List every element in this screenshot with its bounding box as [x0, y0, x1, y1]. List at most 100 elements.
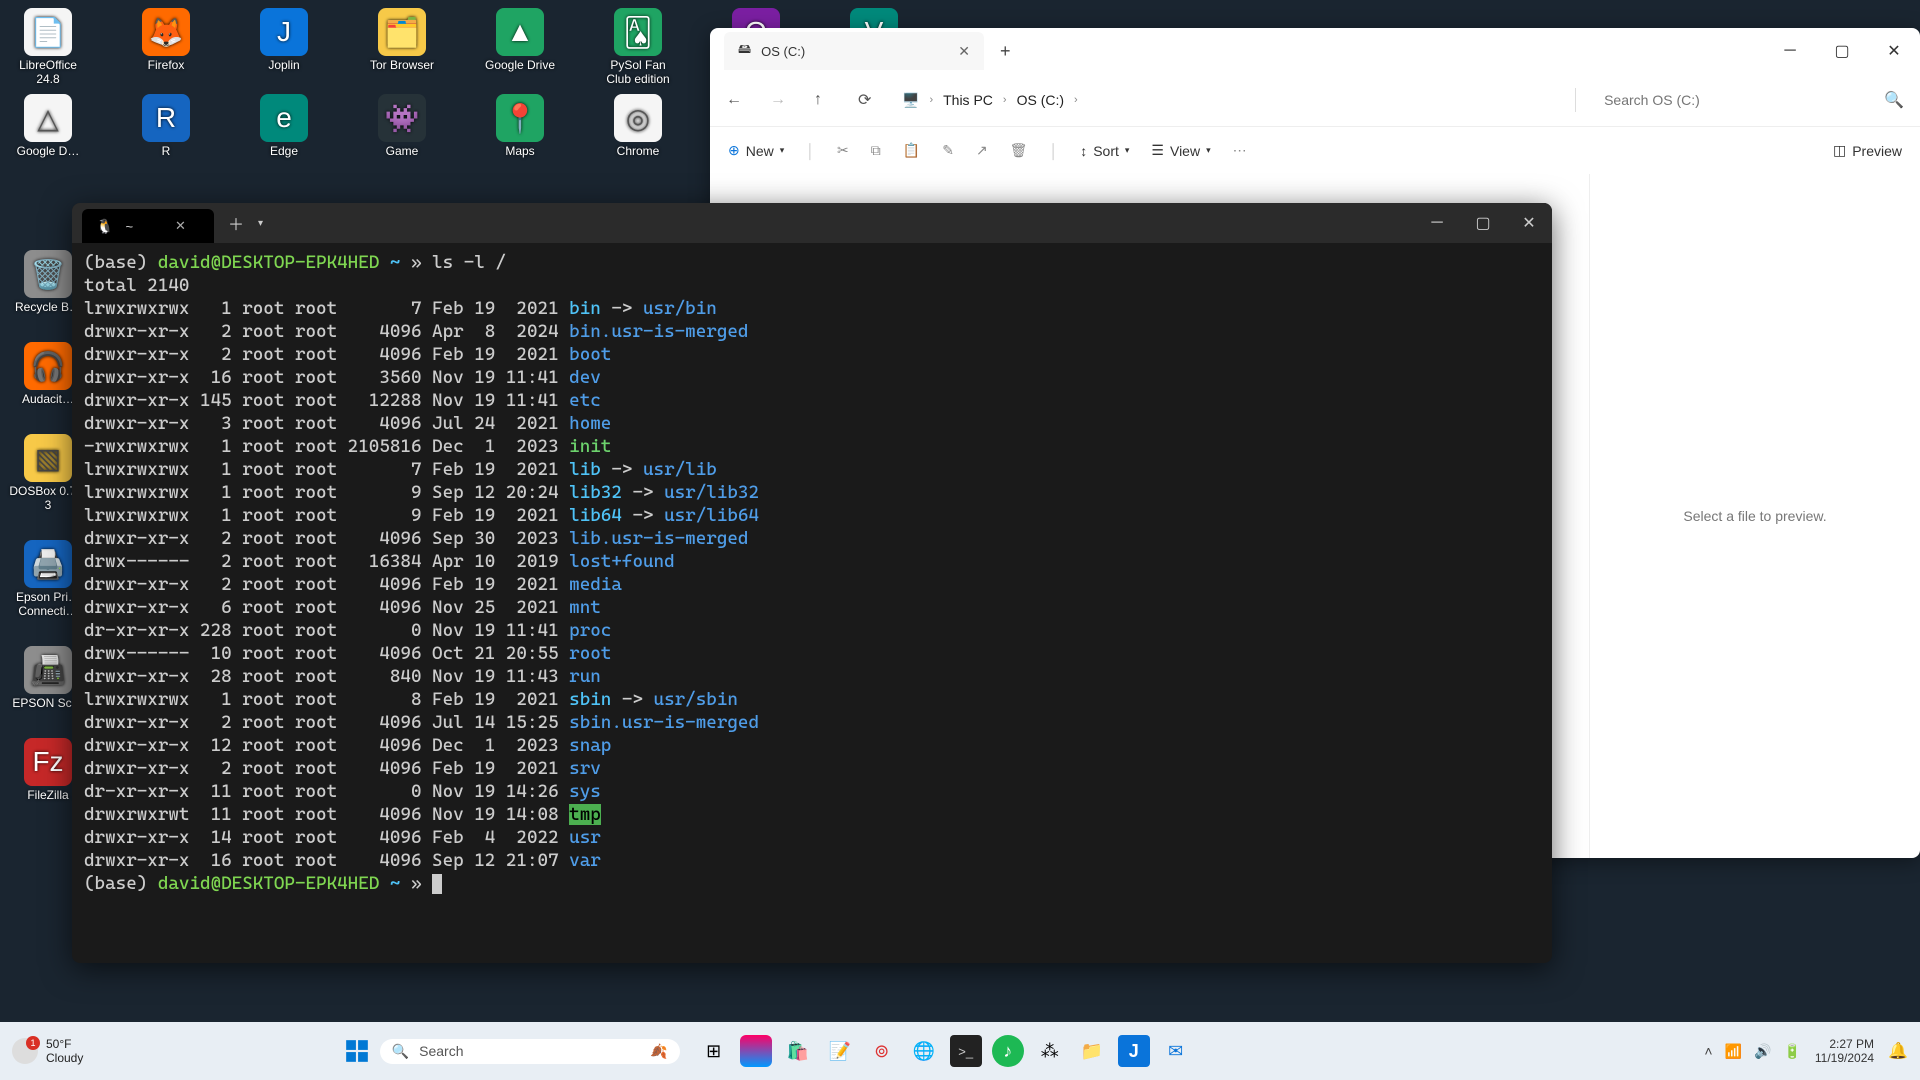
back-button[interactable]: ←	[726, 91, 750, 109]
chevron-icon: ›	[929, 94, 933, 106]
task-view-icon[interactable]: ⊞	[698, 1035, 730, 1067]
search-deco-icon: 🍂	[650, 1043, 667, 1060]
terminal-output[interactable]: (base) david@DESKTOP-EPK4HED ~ » ls -l /…	[72, 243, 1552, 963]
battery-icon[interactable]: 🔋	[1783, 1043, 1800, 1060]
icon-label: Tor Browser	[370, 58, 434, 72]
delete-button[interactable]: 🗑	[1010, 142, 1028, 159]
app-icon: 🂡	[614, 8, 662, 56]
linux-icon: 🐧	[96, 218, 113, 235]
search-icon[interactable]: 🔍	[1884, 90, 1904, 110]
search-label: Search	[419, 1043, 463, 1059]
notifications-icon[interactable]: 🔔	[1888, 1041, 1908, 1061]
desktop-icon[interactable]: JJoplin	[244, 8, 324, 86]
chevron-icon: ›	[1074, 94, 1078, 106]
taskbar: 50°F Cloudy 🔍 Search 🍂 ⊞ 🛍️ 📝 ⊚ 🌐 >_ ♪ ⁂…	[0, 1022, 1920, 1080]
weather-temp: 50°F	[46, 1037, 83, 1051]
terminal-icon[interactable]: >_	[950, 1035, 982, 1067]
preview-toggle[interactable]: ◫ Preview	[1833, 142, 1902, 159]
breadcrumb[interactable]: 🖥️ › This PC › OS (C:) ›	[902, 92, 1555, 109]
explorer-icon[interactable]: 📁	[1076, 1035, 1108, 1067]
chevron-icon: ›	[1003, 94, 1007, 106]
store-icon[interactable]: 🛍️	[782, 1035, 814, 1067]
chrome-icon[interactable]: 🌐	[908, 1035, 940, 1067]
view-icon: ☰	[1151, 142, 1164, 159]
icon-label: Google D…	[17, 144, 80, 158]
minimize-button[interactable]: ─	[1764, 31, 1816, 71]
desktop-icon[interactable]: 🂡PySol Fan Club edition	[598, 8, 678, 86]
up-button[interactable]: ↑	[814, 91, 838, 109]
breadcrumb-item[interactable]: OS (C:)	[1017, 92, 1064, 108]
desktop-icon[interactable]: 📄LibreOffice 24.8	[8, 8, 88, 86]
view-button[interactable]: ☰ View ▾	[1151, 142, 1210, 159]
mail-icon[interactable]: ✉	[1160, 1035, 1192, 1067]
desktop-icon[interactable]: eEdge	[244, 94, 324, 158]
more-button[interactable]: ⋯	[1233, 142, 1247, 159]
icon-label: Game	[386, 144, 419, 158]
copilot-icon[interactable]	[740, 1035, 772, 1067]
minimize-button[interactable]: ─	[1414, 203, 1460, 243]
breadcrumb-item[interactable]: This PC	[943, 92, 993, 108]
new-tab-button[interactable]: +	[994, 35, 1017, 68]
icon-label: PySol Fan Club edition	[598, 58, 678, 86]
icon-label: LibreOffice 24.8	[8, 58, 88, 86]
desktop-icon[interactable]: △ Google D…	[8, 94, 88, 158]
close-tab-icon[interactable]: ✕	[175, 218, 186, 234]
maximize-button[interactable]: ▢	[1460, 203, 1506, 243]
maximize-button[interactable]: ▢	[1816, 31, 1868, 71]
explorer-tab[interactable]: 🖴 OS (C:) ✕	[724, 32, 984, 70]
terminal-tab[interactable]: 🐧 ~ ✕	[82, 209, 214, 243]
terminal-window: 🐧 ~ ✕ ＋ ▾ ─ ▢ ✕ (base) david@DESKTOP-EPK…	[72, 203, 1552, 963]
app-icon: 🎧	[24, 342, 72, 390]
explorer-tab-title: OS (C:)	[761, 44, 805, 59]
forward-button: →	[770, 91, 794, 109]
volume-icon[interactable]: 🔊	[1754, 1043, 1771, 1060]
start-button[interactable]	[340, 1034, 374, 1068]
slack-icon[interactable]: ⁂	[1034, 1035, 1066, 1067]
desktop-icon[interactable]: 📍Maps	[480, 94, 560, 158]
clock[interactable]: 2:27 PM 11/19/2024	[1815, 1037, 1874, 1065]
app-icon: 🖨️	[24, 540, 72, 588]
app-icon: 🗂️	[378, 8, 426, 56]
tab-dropdown-icon[interactable]: ▾	[258, 218, 263, 229]
desktop-icon[interactable]: ◎Chrome	[598, 94, 678, 158]
desktop-icon[interactable]: 👾 Game	[362, 94, 442, 158]
app-icon[interactable]: ⊚	[866, 1035, 898, 1067]
icon-label: Google Drive	[485, 58, 555, 72]
search-input[interactable]	[1596, 88, 1876, 112]
spotify-icon[interactable]: ♪	[992, 1035, 1024, 1067]
copy-button[interactable]: ⧉	[871, 142, 881, 159]
close-button[interactable]: ✕	[1506, 203, 1552, 243]
app-icon: R	[142, 94, 190, 142]
sort-button[interactable]: ↕ Sort ▾	[1080, 143, 1129, 159]
joplin-icon[interactable]: J	[1118, 1035, 1150, 1067]
share-button[interactable]: ↗	[976, 142, 988, 159]
refresh-button[interactable]: ⟳	[858, 90, 882, 110]
app-icon: △	[24, 94, 72, 142]
desktop-icon[interactable]: ▲Google Drive	[480, 8, 560, 86]
paste-button[interactable]: 📋	[903, 142, 920, 159]
cut-button[interactable]: ✂︎	[837, 142, 849, 159]
close-button[interactable]: ✕	[1868, 31, 1920, 71]
taskbar-search[interactable]: 🔍 Search 🍂	[380, 1039, 680, 1064]
system-tray[interactable]: ˄ 📶 🔊 🔋	[1704, 1043, 1801, 1060]
app-icon: 👾	[378, 94, 426, 142]
close-tab-icon[interactable]: ✕	[958, 43, 970, 60]
desktop-icon[interactable]: 🗂️ Tor Browser	[362, 8, 442, 86]
wifi-icon[interactable]: 📶	[1725, 1043, 1742, 1060]
icon-label: Joplin	[268, 58, 299, 72]
preview-pane: Select a file to preview.	[1590, 174, 1920, 858]
app-icon: 📄	[24, 8, 72, 56]
chevron-up-icon[interactable]: ˄	[1704, 1043, 1712, 1060]
weather-widget[interactable]: 50°F Cloudy	[12, 1037, 83, 1065]
desktop-icon[interactable]: RR	[126, 94, 206, 158]
desktop-icon[interactable]: 🦊Firefox	[126, 8, 206, 86]
notepadpp-icon[interactable]: 📝	[824, 1035, 856, 1067]
explorer-toolbar: ⊕ New ▾ │ ✂︎ ⧉ 📋 ✎ ↗ 🗑 │ ↕ Sort ▾ ☰ View…	[710, 126, 1920, 174]
app-icon: ▧	[24, 434, 72, 482]
weather-desc: Cloudy	[46, 1051, 83, 1065]
explorer-navbar: ← → ↑ ⟳ 🖥️ › This PC › OS (C:) › 🔍	[710, 74, 1920, 126]
new-tab-button[interactable]: ＋	[228, 211, 244, 235]
rename-button[interactable]: ✎	[942, 142, 954, 159]
new-button[interactable]: ⊕ New ▾	[728, 142, 784, 159]
icon-label: R	[162, 144, 171, 158]
